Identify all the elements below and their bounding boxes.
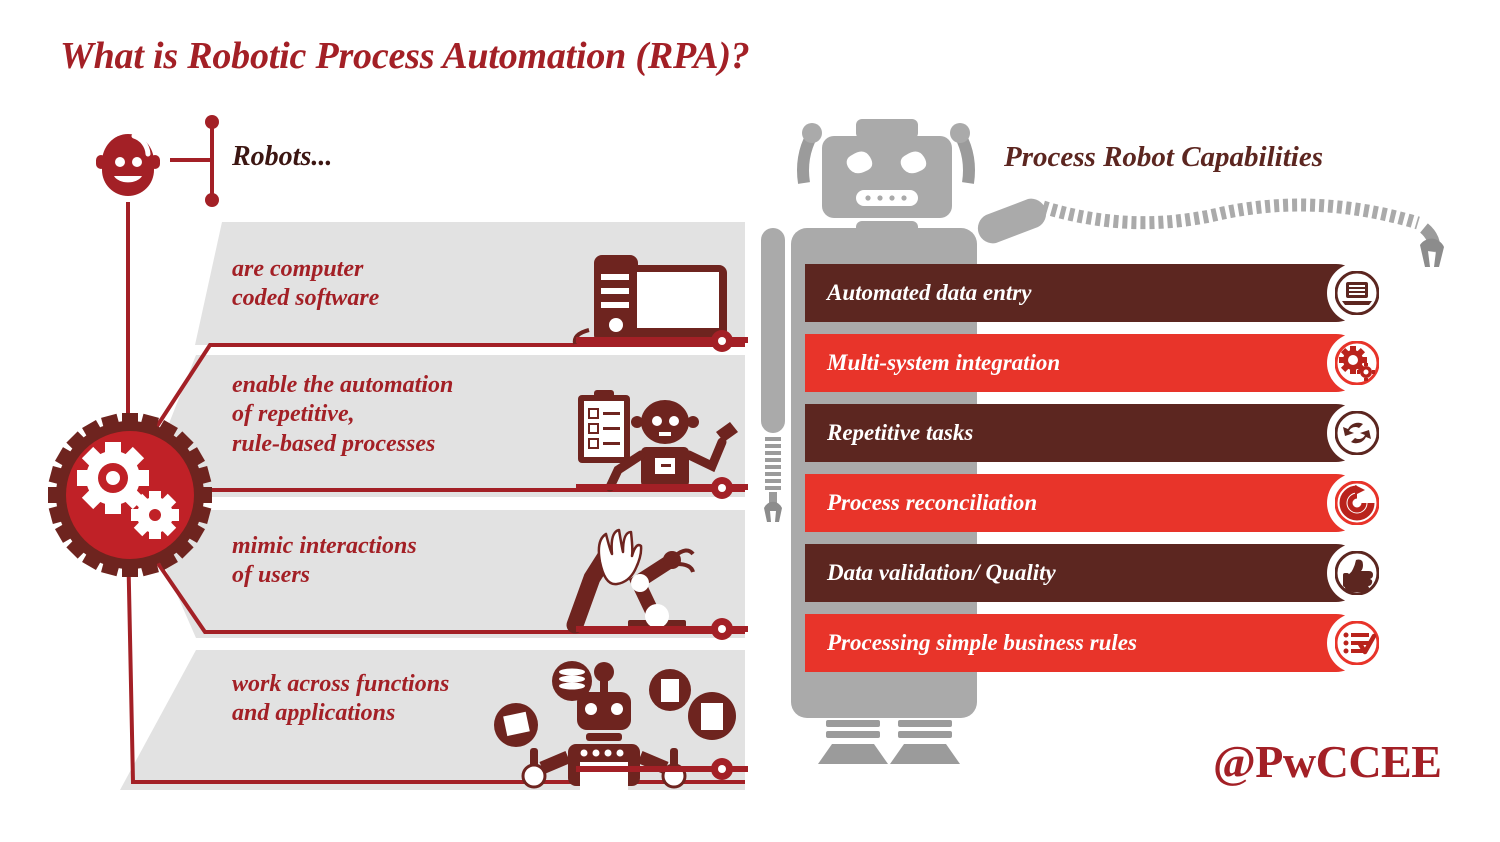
- panel-line: rule-based processes: [232, 430, 436, 457]
- pwc-cee-logo: @PwCCEE: [1213, 736, 1442, 787]
- thumbs-up-icon: [1327, 543, 1387, 603]
- capabilities-heading: Process Robot Capabilities: [1004, 141, 1323, 173]
- capability-label: Process reconciliation: [827, 490, 1038, 515]
- capability-bar-business-rules[interactable]: Processing simple business rules: [805, 613, 1387, 673]
- capability-bar-automated-data-entry[interactable]: Automated data entry: [805, 263, 1387, 323]
- gears-hub-icon: [48, 413, 212, 577]
- bracket-dot-bottom: [205, 193, 219, 207]
- capability-bar-multi-system-integration[interactable]: Multi-system integration: [805, 333, 1387, 393]
- infographic-canvas: What is Robotic Process Automation (RPA)…: [0, 0, 1500, 842]
- panel-text-2: enable the automation of repetitive, rul…: [232, 371, 453, 459]
- bracket-dot-top: [205, 115, 219, 129]
- gears-icon: [1327, 333, 1387, 393]
- panel-text-4: work across functions and applications: [232, 670, 449, 729]
- panel-line: work across functions: [232, 671, 450, 697]
- capability-bar-process-reconciliation[interactable]: Process reconciliation: [805, 473, 1387, 533]
- robots-heading: Robots...: [232, 141, 333, 172]
- panel-line: enable the automation: [232, 372, 454, 398]
- checklist-icon: [1327, 613, 1387, 673]
- panel-line: and applications: [232, 700, 396, 727]
- binary-screen-text: 00 01 00 01 10 11 10 11 00 01 00 01: [644, 281, 707, 325]
- panel-line: of users: [232, 562, 311, 589]
- panel-text-1: are computer coded software: [232, 255, 379, 314]
- reload-icon: [1327, 473, 1387, 533]
- panel-line: coded software: [232, 285, 380, 312]
- capability-label: Processing simple business rules: [827, 630, 1137, 655]
- capability-bar-repetitive-tasks[interactable]: Repetitive tasks: [805, 403, 1387, 463]
- laptop-icon: [1327, 263, 1387, 323]
- refresh-icon: [1327, 403, 1387, 463]
- capability-label: Multi-system integration: [827, 350, 1061, 375]
- capability-label: Automated data entry: [827, 280, 1032, 305]
- capability-bar-data-validation[interactable]: Data validation/ Quality: [805, 543, 1387, 603]
- panel-line: are computer: [232, 256, 364, 282]
- capability-label: Data validation/ Quality: [827, 560, 1056, 585]
- panel-text-3: mimic interactions of users: [232, 532, 417, 591]
- panel-line: of repetitive,: [232, 401, 355, 428]
- robot-head-icon: [96, 133, 160, 196]
- panel-line: mimic interactions: [232, 533, 417, 559]
- capability-label: Repetitive tasks: [827, 420, 974, 445]
